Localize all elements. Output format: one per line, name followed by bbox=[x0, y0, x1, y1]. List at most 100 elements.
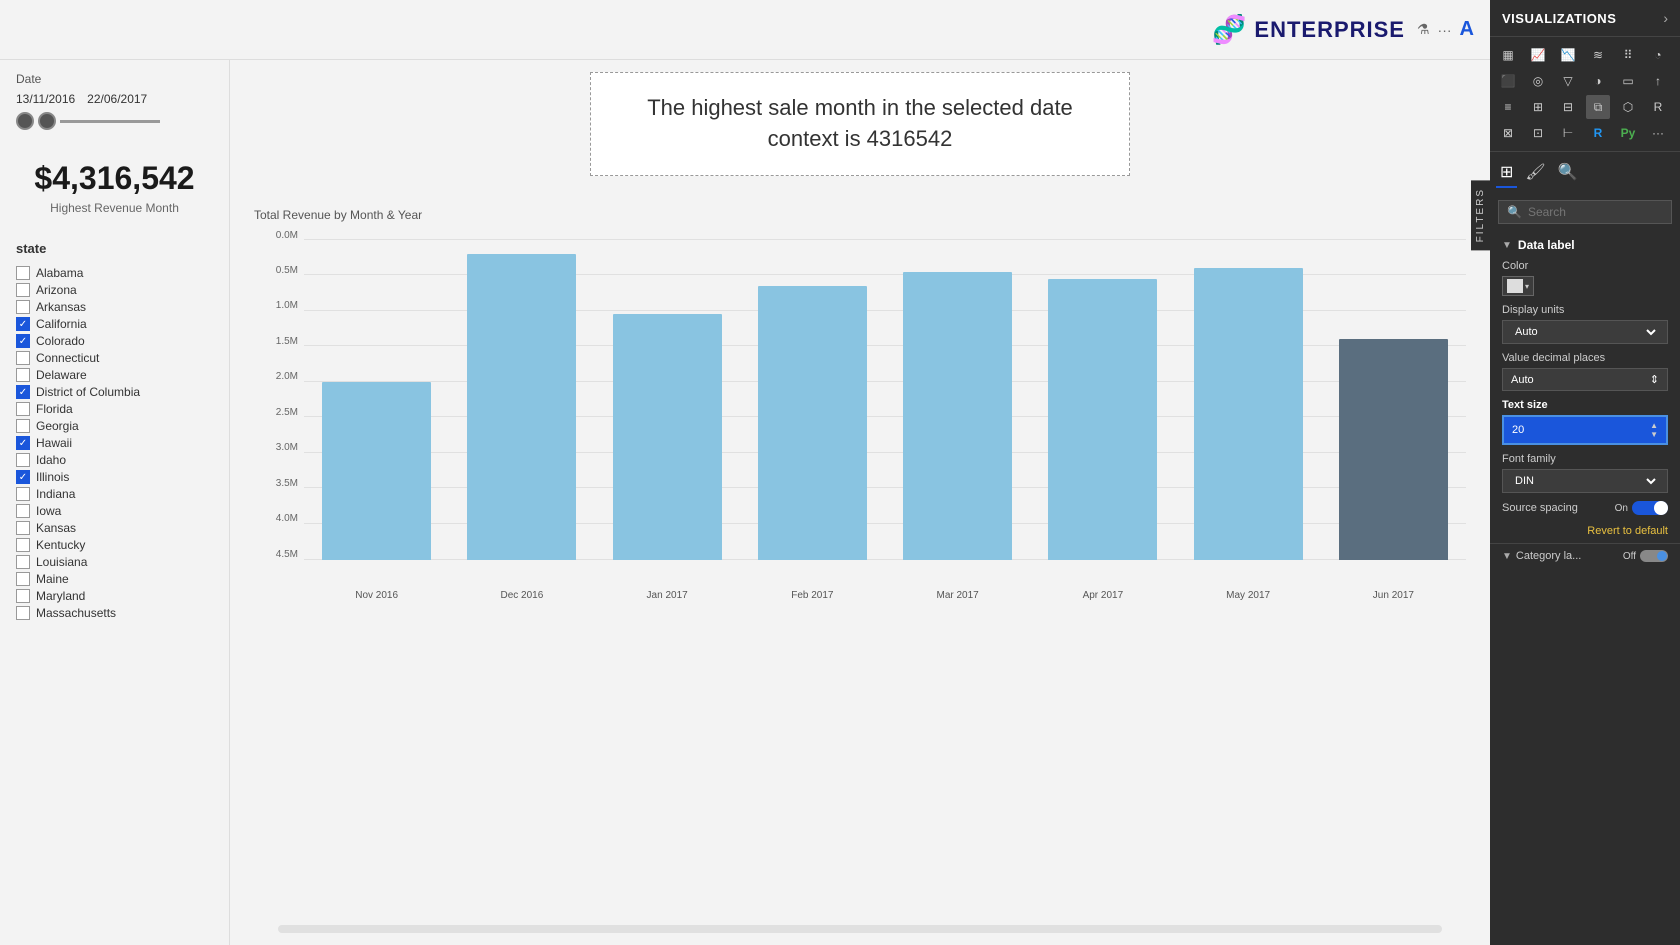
list-item[interactable]: Arizona bbox=[16, 283, 213, 297]
viz-icon-kpi[interactable]: ↑ bbox=[1646, 69, 1670, 93]
viz-icon-donut[interactable]: ◎ bbox=[1526, 69, 1550, 93]
bar-group[interactable] bbox=[449, 240, 594, 560]
list-item[interactable]: Idaho bbox=[16, 453, 213, 467]
display-units-select[interactable]: Auto bbox=[1511, 325, 1659, 339]
list-item[interactable]: Delaware bbox=[16, 368, 213, 382]
state-checkbox-colorado[interactable] bbox=[16, 334, 30, 348]
viz-icon-gauge[interactable]: ◑ bbox=[1586, 69, 1610, 93]
display-units-control[interactable]: Auto bbox=[1502, 320, 1668, 344]
viz-icon-slicer[interactable]: ≡ bbox=[1496, 95, 1520, 119]
list-item[interactable]: Alabama bbox=[16, 266, 213, 280]
bar[interactable] bbox=[1339, 339, 1448, 559]
state-checkbox-arizona[interactable] bbox=[16, 283, 30, 297]
viz-icon-line[interactable]: 📈 bbox=[1526, 43, 1550, 67]
horizontal-scrollbar[interactable] bbox=[278, 925, 1442, 933]
list-item[interactable]: Hawaii bbox=[16, 436, 213, 450]
bar-group[interactable] bbox=[1030, 240, 1175, 560]
state-checkbox-illinois[interactable] bbox=[16, 470, 30, 484]
viz-tab-fields[interactable]: ⊞ bbox=[1496, 158, 1517, 188]
state-checkbox-louisiana[interactable] bbox=[16, 555, 30, 569]
list-item[interactable]: Maryland bbox=[16, 589, 213, 603]
bar-group[interactable] bbox=[740, 240, 885, 560]
more-icon[interactable]: ··· bbox=[1438, 22, 1452, 38]
list-item[interactable]: Massachusetts bbox=[16, 606, 213, 620]
list-item[interactable]: Kentucky bbox=[16, 538, 213, 552]
state-checkbox-florida[interactable] bbox=[16, 402, 30, 416]
list-item[interactable]: Connecticut bbox=[16, 351, 213, 365]
list-item[interactable]: Indiana bbox=[16, 487, 213, 501]
state-checkbox-indiana[interactable] bbox=[16, 487, 30, 501]
bar-group[interactable] bbox=[1321, 240, 1466, 560]
state-checkbox-iowa[interactable] bbox=[16, 504, 30, 518]
state-checkbox-california[interactable] bbox=[16, 317, 30, 331]
list-item[interactable]: California bbox=[16, 317, 213, 331]
bar-group[interactable] bbox=[885, 240, 1030, 560]
list-item[interactable]: Georgia bbox=[16, 419, 213, 433]
state-checkbox-arkansas[interactable] bbox=[16, 300, 30, 314]
viz-tab-analytics[interactable]: 🔍 bbox=[1554, 158, 1582, 188]
viz-icon-card[interactable]: ▭ bbox=[1616, 69, 1640, 93]
bar[interactable] bbox=[1048, 279, 1157, 560]
state-checkbox-georgia[interactable] bbox=[16, 419, 30, 433]
viz-icon-custom3[interactable]: ⊢ bbox=[1556, 121, 1580, 145]
state-checkbox-connecticut[interactable] bbox=[16, 351, 30, 365]
search-input[interactable] bbox=[1528, 205, 1680, 219]
category-chevron-icon[interactable]: ▼ bbox=[1502, 551, 1512, 562]
bar-group[interactable] bbox=[1176, 240, 1321, 560]
bar[interactable] bbox=[1194, 268, 1303, 560]
viz-icon-map[interactable]: ⧉ bbox=[1586, 95, 1610, 119]
decimal-places-control[interactable]: Auto ⇕ bbox=[1502, 368, 1668, 391]
viz-icon-r[interactable]: R bbox=[1586, 121, 1610, 145]
decimal-stepper-icon[interactable]: ⇕ bbox=[1650, 373, 1659, 386]
bar[interactable] bbox=[758, 286, 867, 560]
list-item[interactable]: Florida bbox=[16, 402, 213, 416]
date-range-slider[interactable] bbox=[16, 112, 213, 130]
viz-icon-funnel[interactable]: ▽ bbox=[1556, 69, 1580, 93]
bar[interactable] bbox=[613, 314, 722, 559]
viz-icon-more[interactable]: ··· bbox=[1646, 121, 1670, 145]
state-checkbox-maryland[interactable] bbox=[16, 589, 30, 603]
bar[interactable] bbox=[322, 382, 431, 560]
viz-icon-scatter[interactable]: ⠿ bbox=[1616, 43, 1640, 67]
revert-button[interactable]: Revert to default bbox=[1490, 519, 1680, 543]
slider-handle-left[interactable] bbox=[16, 112, 34, 130]
viz-icon-filled-map[interactable]: ⬡ bbox=[1616, 95, 1640, 119]
viz-icon-custom2[interactable]: ⊡ bbox=[1526, 121, 1550, 145]
state-checkbox-maine[interactable] bbox=[16, 572, 30, 586]
bar-group[interactable] bbox=[595, 240, 740, 560]
chevron-down-icon[interactable]: ▼ bbox=[1502, 240, 1512, 251]
filter-icon[interactable]: ⚗ bbox=[1417, 21, 1430, 38]
list-item[interactable]: Louisiana bbox=[16, 555, 213, 569]
state-checkbox-idaho[interactable] bbox=[16, 453, 30, 467]
state-checkbox-dc[interactable] bbox=[16, 385, 30, 399]
slider-track[interactable] bbox=[60, 120, 160, 123]
bar[interactable] bbox=[903, 272, 1012, 560]
list-item[interactable]: Colorado bbox=[16, 334, 213, 348]
viz-icon-waterfall[interactable]: R bbox=[1646, 95, 1670, 119]
category-toggle-track[interactable] bbox=[1640, 550, 1668, 562]
stepper-up-icon[interactable]: ▲ bbox=[1650, 421, 1658, 430]
text-size-control[interactable]: 20 ▲ ▼ bbox=[1502, 415, 1668, 445]
viz-icon-ribbon[interactable]: ≋ bbox=[1586, 43, 1610, 67]
viz-icon-custom1[interactable]: ⊠ bbox=[1496, 121, 1520, 145]
color-swatch-box[interactable]: ▾ bbox=[1502, 276, 1534, 296]
viz-close-button[interactable]: › bbox=[1663, 10, 1668, 26]
list-item[interactable]: Iowa bbox=[16, 504, 213, 518]
list-item[interactable]: Arkansas bbox=[16, 300, 213, 314]
state-checkbox-massachusetts[interactable] bbox=[16, 606, 30, 620]
state-checkbox-alabama[interactable] bbox=[16, 266, 30, 280]
list-item[interactable]: Maine bbox=[16, 572, 213, 586]
font-family-control[interactable]: DIN bbox=[1502, 469, 1668, 493]
bar[interactable] bbox=[467, 254, 576, 560]
color-swatch[interactable]: ▾ bbox=[1502, 276, 1668, 296]
state-checkbox-kentucky[interactable] bbox=[16, 538, 30, 552]
viz-tab-format[interactable]: 🖌 bbox=[1521, 158, 1549, 188]
state-checkbox-hawaii[interactable] bbox=[16, 436, 30, 450]
viz-icon-pie[interactable]: ◔ bbox=[1646, 43, 1670, 67]
state-checkbox-delaware[interactable] bbox=[16, 368, 30, 382]
viz-icon-py[interactable]: Py bbox=[1616, 121, 1640, 145]
viz-icon-treemap[interactable]: ⬛ bbox=[1496, 69, 1520, 93]
source-spacing-toggle[interactable] bbox=[1632, 501, 1668, 515]
viz-icon-bar[interactable]: ▦ bbox=[1496, 43, 1520, 67]
state-checkbox-kansas[interactable] bbox=[16, 521, 30, 535]
